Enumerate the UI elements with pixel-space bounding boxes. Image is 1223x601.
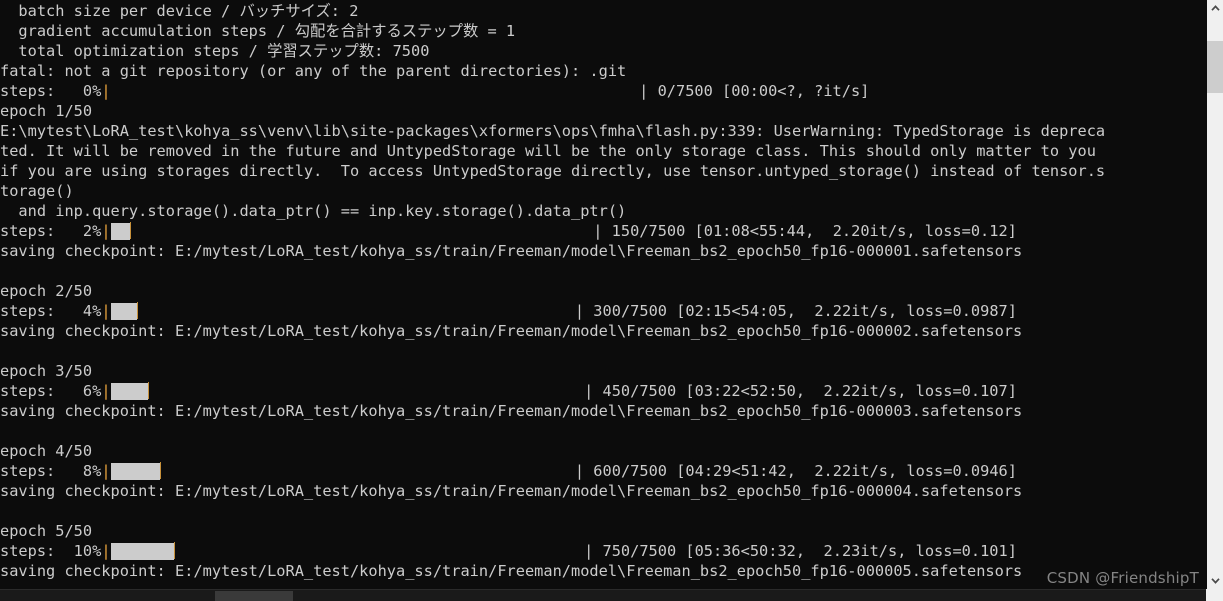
terminal-line: saving checkpoint: E:/mytest/LoRA_test/k… bbox=[0, 482, 1023, 500]
terminal-progress-line: steps: 6%| | 450/7500 [03:22<52:50, 2.22i… bbox=[0, 381, 1206, 401]
terminal-line: if you are using storages directly. To a… bbox=[0, 162, 1106, 180]
terminal-progress-line: steps: 10%| | 750/7500 [05:36<50:32, 2.23… bbox=[0, 541, 1206, 561]
horizontal-scrollbar[interactable] bbox=[0, 589, 1223, 601]
terminal-line: E:\mytest\LoRA_test\kohya_ss\venv\lib\si… bbox=[0, 122, 1106, 140]
progress-stats: | 150/7500 [01:08<55:44, 2.20it/s, loss=… bbox=[593, 222, 1017, 240]
vertical-scroll-track[interactable] bbox=[1207, 17, 1223, 572]
console-window: batch size per device / バッチサイズ: 2 gradie… bbox=[0, 0, 1223, 601]
progress-bar-left-edge: | bbox=[101, 302, 111, 320]
progress-label: steps: 6%| bbox=[0, 382, 111, 400]
terminal-line: saving checkpoint: E:/mytest/LoRA_test/k… bbox=[0, 402, 1023, 420]
terminal-progress-line: steps: 2%| | 150/7500 [01:08<55:44, 2.20i… bbox=[0, 221, 1206, 241]
scrollbar-corner bbox=[1206, 589, 1223, 601]
progress-stats: | 750/7500 [05:36<50:32, 2.23it/s, loss=… bbox=[584, 542, 1017, 560]
terminal-output[interactable]: batch size per device / バッチサイズ: 2 gradie… bbox=[0, 0, 1206, 589]
progress-bar-right-edge bbox=[129, 222, 131, 239]
terminal-line: gradient accumulation steps / 勾配を合計するステッ… bbox=[0, 22, 516, 40]
terminal-line: batch size per device / バッチサイズ: 2 bbox=[0, 2, 359, 20]
progress-bar-right-edge bbox=[173, 542, 175, 559]
chevron-down-icon bbox=[1211, 578, 1220, 584]
progress-bar-fill bbox=[110, 463, 160, 480]
progress-label: steps: 8%| bbox=[0, 462, 111, 480]
terminal-line: epoch 5/50 bbox=[0, 522, 93, 540]
vertical-scrollbar[interactable] bbox=[1206, 0, 1223, 589]
progress-label: steps: 10%| bbox=[0, 542, 111, 560]
progress-bar-fill bbox=[110, 383, 148, 400]
terminal-line: saving checkpoint: E:/mytest/LoRA_test/k… bbox=[0, 562, 1023, 580]
terminal-line: fatal: not a git repository (or any of t… bbox=[0, 62, 627, 80]
scroll-up-button[interactable] bbox=[1207, 0, 1223, 17]
progress-bar-right-edge bbox=[136, 302, 138, 319]
progress-stats: | 600/7500 [04:29<51:42, 2.22it/s, loss=… bbox=[574, 462, 1017, 480]
progress-bar-fill bbox=[110, 303, 137, 320]
terminal-line: torage() bbox=[0, 182, 74, 200]
terminal-line: epoch 3/50 bbox=[0, 362, 93, 380]
progress-stats: | 450/7500 [03:22<52:50, 2.22it/s, loss=… bbox=[584, 382, 1017, 400]
horizontal-scroll-thumb[interactable] bbox=[215, 591, 293, 601]
terminal-progress-line: steps: 4%| | 300/7500 [02:15<54:05, 2.22i… bbox=[0, 301, 1206, 321]
scroll-down-button[interactable] bbox=[1207, 572, 1223, 589]
vertical-scroll-thumb[interactable] bbox=[1207, 41, 1223, 93]
terminal-line: epoch 1/50 bbox=[0, 102, 93, 120]
terminal-line: saving checkpoint: E:/mytest/LoRA_test/k… bbox=[0, 322, 1023, 340]
progress-label: steps: 2%| bbox=[0, 222, 111, 240]
terminal-line: ted. It will be removed in the future an… bbox=[0, 142, 1096, 160]
progress-bar-fill bbox=[110, 223, 130, 240]
terminal-line: epoch 2/50 bbox=[0, 282, 93, 300]
terminal-line: epoch 4/50 bbox=[0, 442, 93, 460]
progress-bar-left-edge: | bbox=[101, 82, 111, 100]
progress-stats: | 0/7500 [00:00<?, ?it/s] bbox=[639, 82, 870, 100]
terminal-text: batch size per device / バッチサイズ: 2 gradie… bbox=[0, 0, 1206, 589]
progress-bar-right-edge bbox=[147, 382, 149, 399]
terminal-line: and inp.query.storage().data_ptr() == in… bbox=[0, 202, 627, 220]
progress-label: steps: 4%| bbox=[0, 302, 111, 320]
progress-bar-right-edge bbox=[159, 462, 161, 479]
progress-bar-left-edge: | bbox=[101, 382, 111, 400]
terminal-progress-line: steps: 8%| | 600/7500 [04:29<51:42, 2.22i… bbox=[0, 461, 1206, 481]
terminal-line: saving checkpoint: E:/mytest/LoRA_test/k… bbox=[0, 242, 1023, 260]
progress-bar-fill bbox=[110, 543, 174, 560]
progress-bar-left-edge: | bbox=[101, 462, 111, 480]
console-body: batch size per device / バッチサイズ: 2 gradie… bbox=[0, 0, 1223, 589]
progress-bar-left-edge: | bbox=[101, 542, 111, 560]
terminal-progress-line: steps: 0%| | 0/7500 [00:00<?, ?it/s] bbox=[0, 81, 1206, 101]
progress-label: steps: 0%| bbox=[0, 82, 111, 100]
progress-stats: | 300/7500 [02:15<54:05, 2.22it/s, loss=… bbox=[574, 302, 1017, 320]
terminal-line: total optimization steps / 学習ステップ数: 7500 bbox=[0, 42, 430, 60]
chevron-up-icon bbox=[1211, 5, 1220, 11]
progress-bar-left-edge: | bbox=[101, 222, 111, 240]
